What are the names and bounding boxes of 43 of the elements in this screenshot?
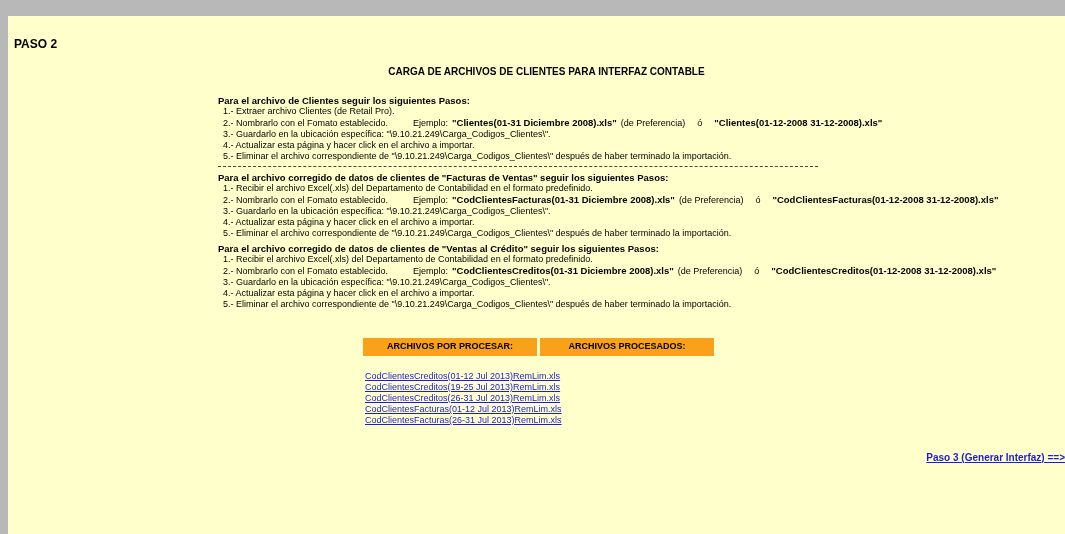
column-header: ARCHIVOS PROCESADOS:: [540, 338, 714, 356]
example-filename: "CodClientesFacturas(01-31 Diciembre 2008).xls": [452, 194, 675, 205]
page-title: CARGA DE ARCHIVOS DE CLIENTES PARA INTERFAZ CONTABLE: [388, 65, 705, 79]
step-text: 3.- Guardarlo en la ubicación específica: "\9.10.21.249\Carga_Codigos_Clientes\".: [223, 277, 551, 288]
alternate-filename: "CodClientesCreditos(01-12-2008 31-12-2008).xls": [771, 265, 997, 276]
step-title: PASO 2: [14, 36, 58, 53]
example-label: Ejemplo:: [413, 195, 448, 206]
example-label: Ejemplo:: [413, 118, 448, 129]
section-heading: Para el archivo corregido de datos de clientes de "Ventas al Crédito" seguir los siguientes Pasos:: [218, 243, 659, 254]
file-link[interactable]: CodClientesCreditos(01-12 Jul 2013)RemLim.xls: [365, 371, 561, 382]
step-text: 5.- Eliminar el archivo correspondiente de "\9.10.21.249\Carga_Codigos_Clientes\" después de haber terminado la importación.: [223, 299, 732, 310]
step-text: 2.- Nombrarlo con el Fomato establecido.: [223, 195, 390, 206]
step-text: 3.- Guardarlo en la ubicación específica: "\9.10.21.249\Carga_Codigos_Clientes\".: [223, 129, 551, 140]
or-text: ó: [755, 195, 761, 206]
step-text: 2.- Nombrarlo con el Fomato establecido.: [223, 118, 390, 129]
file-link[interactable]: CodClientesFacturas(26-31 Jul 2013)RemLim.xls: [365, 415, 562, 426]
example-filename: "Clientes(01-31 Diciembre 2008).xls": [452, 117, 617, 128]
step-text: 4.- Actualizar esta página y hacer click en el archivo a importar.: [223, 140, 475, 151]
file-link[interactable]: CodClientesCreditos(19-25 Jul 2013)RemLim.xls: [365, 382, 561, 393]
step-text: 1.- Recibir el archivo Excel(.xls) del Departamento de Contabilidad en el formato predefinido.: [223, 183, 593, 194]
preference-note: (de Preferencia): [620, 118, 686, 129]
step-text: 5.- Eliminar el archivo correspondiente de "\9.10.21.249\Carga_Codigos_Clientes\" después de haber terminado la importación.: [223, 228, 732, 239]
file-link[interactable]: CodClientesFacturas(01-12 Jul 2013)RemLim.xls: [365, 404, 562, 415]
alternate-filename: "CodClientesFacturas(01-12-2008 31-12-2008).xls": [772, 194, 999, 205]
section-heading: Para el archivo corregido de datos de clientes de "Facturas de Ventas" seguir los siguientes Pasos:: [218, 172, 669, 183]
step-text: 2.- Nombrarlo con el Fomato establecido.: [223, 266, 390, 277]
step-text: 1.- Extraer archivo Clientes (de Retail Pro).: [223, 106, 395, 117]
column-header: ARCHIVOS POR PROCESAR:: [363, 338, 537, 356]
step-text: 3.- Guardarlo en la ubicación específica: "\9.10.21.249\Carga_Codigos_Clientes\".: [223, 206, 551, 217]
example-filename: "CodClientesCreditos(01-31 Diciembre 2008).xls": [452, 265, 674, 276]
file-link[interactable]: CodClientesCreditos(26-31 Jul 2013)RemLim.xls: [365, 393, 561, 404]
or-text: ó: [697, 118, 703, 129]
step-text: 4.- Actualizar esta página y hacer click en el archivo a importar.: [223, 217, 475, 228]
step-text: 4.- Actualizar esta página y hacer click en el archivo a importar.: [223, 288, 475, 299]
preference-note: (de Preferencia): [677, 266, 743, 277]
or-text: ó: [754, 266, 760, 277]
step-text: 1.- Recibir el archivo Excel(.xls) del Departamento de Contabilidad en el formato predefinido.: [223, 254, 593, 265]
step-text: 5.- Eliminar el archivo correspondiente de "\9.10.21.249\Carga_Codigos_Clientes\" después de haber terminado la importación.: [223, 151, 732, 162]
next-step-link[interactable]: Paso 3 (Generar Interfaz) ==>: [926, 450, 1065, 465]
example-label: Ejemplo:: [413, 266, 448, 277]
section-heading: Para el archivo de Clientes seguir los siguientes Pasos:: [218, 95, 470, 106]
alternate-filename: "Clientes(01-12-2008 31-12-2008).xls": [714, 117, 883, 128]
preference-note: (de Preferencia): [678, 195, 744, 206]
